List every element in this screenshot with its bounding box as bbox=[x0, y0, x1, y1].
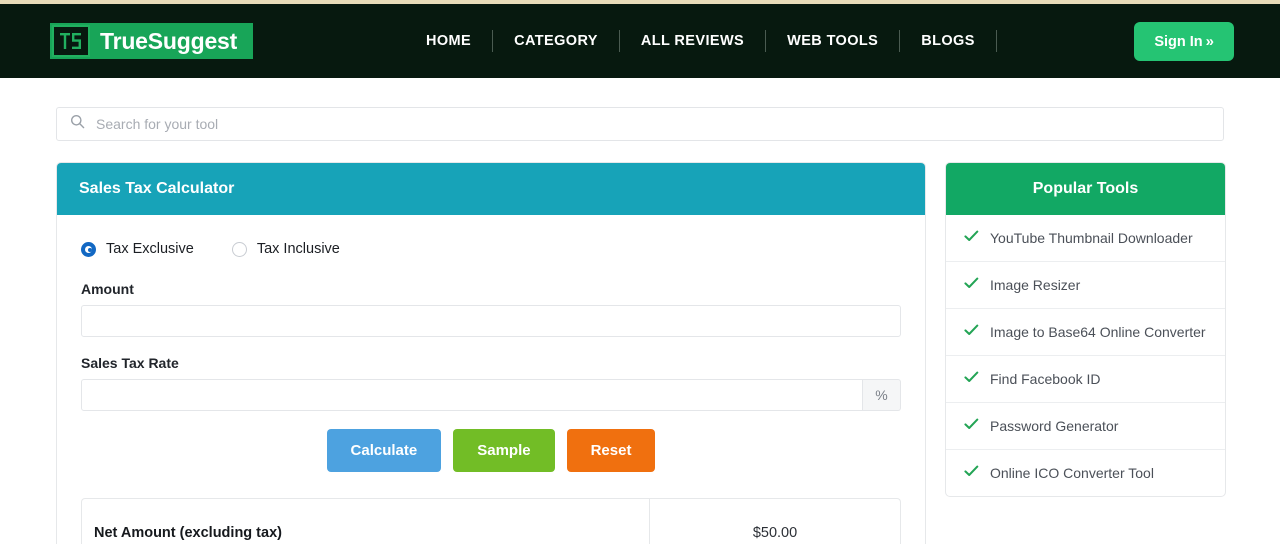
sample-button[interactable]: Sample bbox=[453, 429, 555, 472]
reset-button[interactable]: Reset bbox=[566, 429, 656, 472]
popular-tools-card: Popular Tools YouTube Thumbnail Download… bbox=[945, 162, 1226, 497]
search-input[interactable] bbox=[96, 116, 1210, 132]
radio-tax-inclusive-indicator[interactable] bbox=[231, 241, 247, 257]
list-item[interactable]: Find Facebook ID bbox=[946, 356, 1225, 403]
check-icon bbox=[964, 370, 979, 388]
calculate-button[interactable]: Calculate bbox=[326, 429, 442, 472]
list-item[interactable]: Image to Base64 Online Converter bbox=[946, 309, 1225, 356]
search-bar[interactable] bbox=[56, 107, 1224, 141]
tool-name: Password Generator bbox=[990, 418, 1119, 434]
check-icon bbox=[964, 417, 979, 435]
search-icon bbox=[70, 114, 85, 134]
check-icon bbox=[964, 229, 979, 247]
main-navigation: HOME CATEGORY ALL REVIEWS WEB TOOLS BLOG… bbox=[405, 4, 997, 78]
check-icon bbox=[964, 323, 979, 341]
check-icon bbox=[964, 276, 979, 294]
tool-name: Image Resizer bbox=[990, 277, 1081, 293]
action-buttons: Calculate Sample Reset bbox=[81, 429, 901, 472]
calculator-body: Tax Exclusive Tax Inclusive Amount Sales… bbox=[57, 215, 925, 544]
tax-rate-label: Sales Tax Rate bbox=[81, 355, 179, 371]
result-label-net-amount: Net Amount (excluding tax) bbox=[82, 499, 650, 544]
calculator-card: Sales Tax Calculator Tax Exclusive Tax I… bbox=[56, 162, 926, 544]
results-table: Net Amount (excluding tax) $50.00 bbox=[81, 498, 901, 544]
content-columns: Sales Tax Calculator Tax Exclusive Tax I… bbox=[56, 162, 1226, 544]
ts-monogram-icon bbox=[52, 25, 90, 57]
sign-in-button[interactable]: Sign In» bbox=[1134, 21, 1234, 61]
tool-name: Find Facebook ID bbox=[990, 371, 1101, 387]
tax-rate-input-group: % bbox=[81, 379, 901, 411]
nav-divider bbox=[995, 30, 997, 52]
amount-input[interactable] bbox=[81, 305, 901, 337]
logo-text: TrueSuggest bbox=[100, 27, 238, 54]
nav-item-home[interactable]: HOME bbox=[405, 33, 492, 49]
list-item[interactable]: YouTube Thumbnail Downloader bbox=[946, 215, 1225, 262]
tool-name: YouTube Thumbnail Downloader bbox=[990, 230, 1193, 246]
nav-item-blogs[interactable]: BLOGS bbox=[900, 33, 996, 49]
nav-item-category[interactable]: CATEGORY bbox=[493, 33, 619, 49]
calculator-column: Sales Tax Calculator Tax Exclusive Tax I… bbox=[56, 162, 926, 544]
site-logo[interactable]: TrueSuggest bbox=[50, 23, 254, 59]
popular-tools-title: Popular Tools bbox=[946, 163, 1225, 215]
page-content: Sales Tax Calculator Tax Exclusive Tax I… bbox=[0, 78, 1280, 544]
radio-tax-exclusive[interactable]: Tax Exclusive bbox=[81, 241, 194, 257]
tool-name: Image to Base64 Online Converter bbox=[990, 324, 1206, 340]
calculator-title: Sales Tax Calculator bbox=[57, 163, 925, 215]
percent-addon: % bbox=[863, 379, 901, 411]
sign-in-label: Sign In bbox=[1154, 33, 1203, 50]
radio-tax-inclusive-label: Tax Inclusive bbox=[256, 241, 340, 257]
popular-tools-column: Popular Tools YouTube Thumbnail Download… bbox=[945, 162, 1226, 497]
check-icon bbox=[964, 464, 979, 482]
tool-name: Online ICO Converter Tool bbox=[990, 465, 1154, 481]
nav-item-all-reviews[interactable]: ALL REVIEWS bbox=[620, 33, 765, 49]
list-item[interactable]: Online ICO Converter Tool bbox=[946, 450, 1225, 496]
radio-tax-inclusive[interactable]: Tax Inclusive bbox=[231, 241, 340, 257]
nav-item-web-tools[interactable]: WEB TOOLS bbox=[766, 33, 899, 49]
list-item[interactable]: Image Resizer bbox=[946, 262, 1225, 309]
result-value-net-amount: $50.00 bbox=[752, 525, 798, 541]
tax-rate-input[interactable] bbox=[81, 379, 863, 411]
list-item[interactable]: Password Generator bbox=[946, 403, 1225, 450]
radio-tax-exclusive-indicator[interactable] bbox=[81, 241, 96, 257]
popular-tools-list: YouTube Thumbnail Downloader Image Resiz… bbox=[946, 215, 1225, 496]
amount-label: Amount bbox=[81, 281, 134, 297]
double-chevron-right-icon: » bbox=[1205, 32, 1214, 50]
tax-mode-radio-group: Tax Exclusive Tax Inclusive bbox=[81, 241, 901, 257]
site-header: TrueSuggest HOME CATEGORY ALL REVIEWS WE… bbox=[0, 4, 1280, 78]
radio-tax-exclusive-label: Tax Exclusive bbox=[106, 241, 194, 257]
